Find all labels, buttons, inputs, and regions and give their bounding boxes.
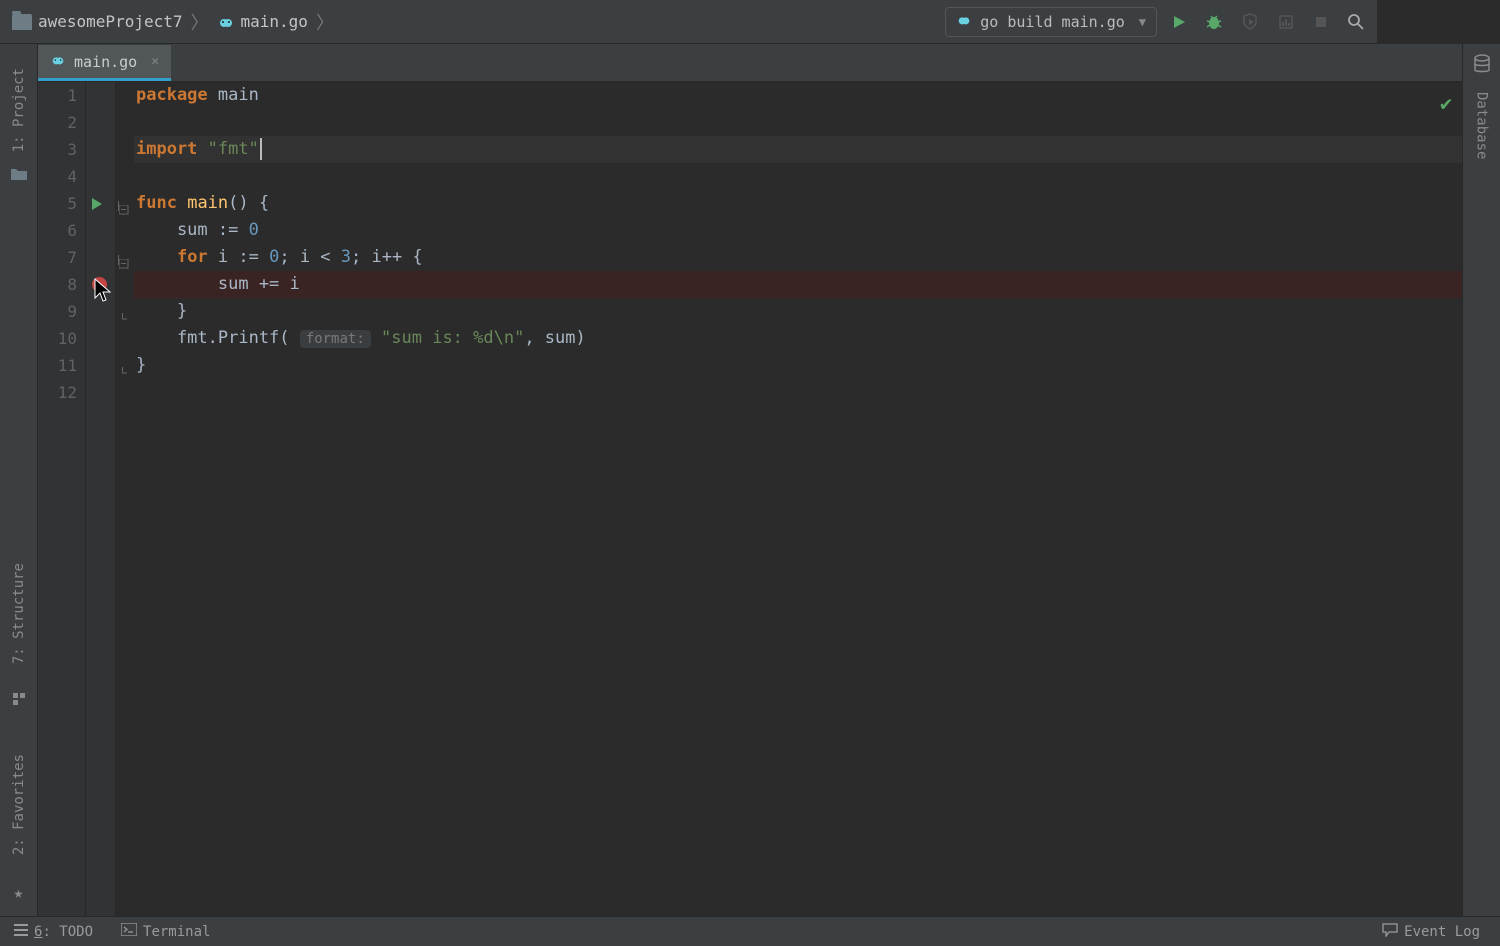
speech-bubble-icon [1382,923,1398,941]
run-gutter-icon[interactable] [92,198,102,210]
line-number[interactable]: 9 [38,298,77,325]
fold-start-icon[interactable] [118,255,128,265]
database-tool-button[interactable]: Database [1474,78,1490,173]
terminal-icon [121,923,137,940]
structure-tool-button[interactable]: 7: Structure [11,549,27,678]
chevron-right-icon: 〉 [314,9,336,35]
line-number[interactable]: 11 [38,352,77,379]
go-file-icon [956,12,972,32]
run-button[interactable] [1171,14,1187,30]
line-number[interactable]: 8 [38,271,77,298]
favorites-tool-button[interactable]: 2: Favorites [11,740,27,869]
editor-tabs: main.go ✕ [38,44,1462,82]
line-number[interactable]: 10 [38,325,77,352]
gutter-icon-column[interactable] [86,82,116,916]
tab-title: main.go [74,53,137,71]
terminal-tool-button[interactable]: Terminal [121,923,210,940]
breakpoint-icon[interactable] [92,277,107,292]
line-number[interactable]: 2 [38,109,77,136]
line-number[interactable]: 12 [38,379,77,406]
line-number[interactable]: 5 [38,190,77,217]
database-icon[interactable] [1473,54,1491,78]
fold-end-icon[interactable] [118,309,128,327]
star-icon: ★ [14,883,24,902]
list-icon [14,924,28,940]
line-number[interactable]: 7 [38,244,77,271]
editor-tab-active[interactable]: main.go ✕ [38,45,171,81]
fold-column[interactable] [116,82,134,916]
debug-button[interactable] [1205,13,1223,31]
search-button[interactable] [1347,13,1365,31]
line-number-gutter[interactable]: 1 2 3 4 5 6 7 8 9 10 11 12 [38,82,86,916]
code-editor[interactable]: 1 2 3 4 5 6 7 8 9 10 11 12 ✔ package mai… [38,82,1462,916]
go-file-icon [217,13,235,31]
run-config-dropdown[interactable]: go build main.go ▼ [945,7,1157,37]
stop-button[interactable] [1313,14,1329,30]
text-caret [260,138,262,160]
left-tool-strip: 1: Project 7: Structure 2: Favorites ★ [0,44,38,916]
parameter-hint: format: [300,330,371,348]
line-number[interactable]: 3 [38,136,77,163]
profile-button[interactable] [1277,13,1295,31]
line-number[interactable]: 1 [38,82,77,109]
breadcrumb-file[interactable]: main.go [241,12,308,31]
right-tool-strip: Database [1462,44,1500,916]
event-log-button[interactable]: Event Log [1382,923,1480,941]
breadcrumb[interactable]: awesomeProject7 〉 main.go 〉 [12,9,945,35]
run-config-label: go build main.go [980,13,1125,31]
chevron-right-icon: 〉 [189,9,211,35]
coverage-button[interactable] [1241,13,1259,31]
toolbar-actions [1171,13,1365,31]
folder-icon [12,14,32,30]
go-file-icon [50,52,66,72]
line-number[interactable]: 4 [38,163,77,190]
todo-tool-button[interactable]: 6: TODO [14,924,93,940]
status-bar: 6: TODO Terminal Event Log [0,916,1500,946]
top-toolbar: awesomeProject7 〉 main.go 〉 go build mai… [0,0,1377,44]
close-tab-icon[interactable]: ✕ [151,54,159,69]
line-number[interactable]: 6 [38,217,77,244]
fold-end-icon[interactable] [118,363,128,381]
folder-icon[interactable] [10,166,28,185]
fold-start-icon[interactable] [118,201,128,211]
project-tool-button[interactable]: 1: Project [11,54,27,166]
breadcrumb-project[interactable]: awesomeProject7 [38,12,183,31]
chevron-down-icon: ▼ [1139,15,1146,29]
structure-icon [12,692,26,710]
code-area[interactable]: ✔ package main import "fmt" func main() … [134,82,1462,916]
